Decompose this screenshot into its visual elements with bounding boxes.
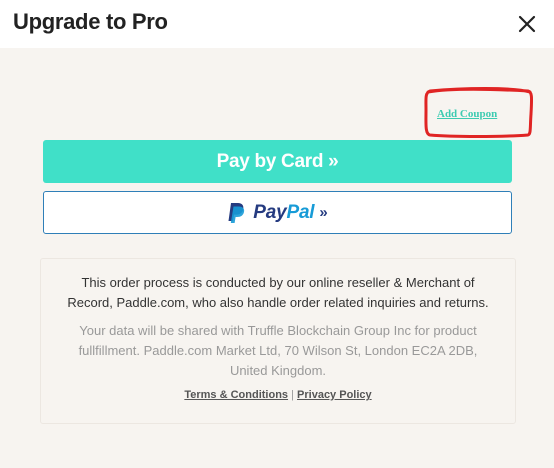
modal-header: Upgrade to Pro: [0, 0, 554, 48]
data-sharing-notice: Your data will be shared with Truffle Bl…: [78, 323, 478, 378]
modal-title: Upgrade to Pro: [13, 9, 168, 34]
add-coupon-link[interactable]: Add Coupon: [437, 108, 497, 120]
coupon-area: Add Coupon: [422, 84, 538, 140]
paypal-button[interactable]: PayPal »: [43, 191, 512, 234]
pay-by-card-button[interactable]: Pay by Card »: [43, 140, 512, 183]
privacy-link[interactable]: Privacy Policy: [297, 389, 372, 401]
terms-link[interactable]: Terms & Conditions: [184, 389, 288, 401]
legal-links: Terms & Conditions | Privacy Policy: [41, 389, 515, 401]
close-icon[interactable]: [516, 13, 538, 35]
paypal-icon: [228, 202, 245, 223]
paypal-arrow: »: [319, 204, 328, 221]
paypal-text-pal: Pal: [286, 201, 315, 223]
info-panel: This order process is conducted by our o…: [40, 258, 516, 424]
paypal-text-pay: Pay: [253, 201, 287, 223]
legal-separator: |: [291, 389, 294, 401]
reseller-notice: This order process is conducted by our o…: [67, 275, 489, 310]
